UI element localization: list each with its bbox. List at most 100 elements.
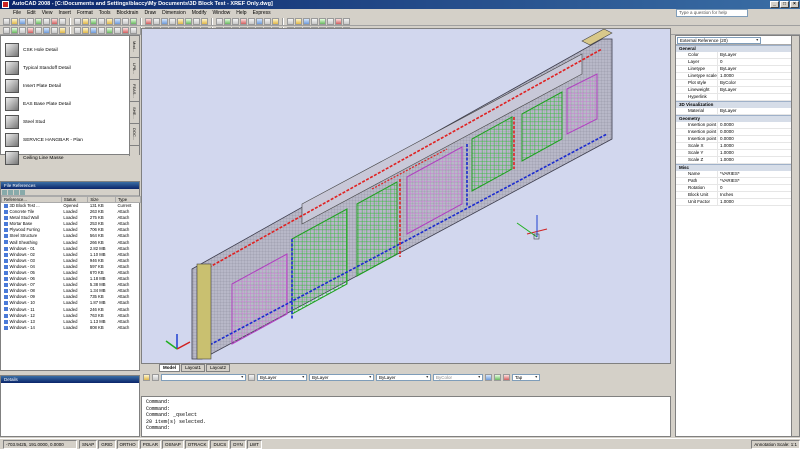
property-value[interactable]: Inches — [718, 192, 799, 198]
toolbar-button-icon[interactable] — [311, 18, 318, 25]
object-type-dropdown[interactable]: External Reference (20) — [677, 37, 761, 44]
layer-manager-icon[interactable] — [143, 374, 150, 381]
property-row[interactable]: Rotation 0 — [676, 185, 799, 192]
property-row[interactable]: Linetype scale 1.0000 — [676, 73, 799, 80]
refresh-icon[interactable] — [8, 190, 13, 195]
toolbar-button-icon[interactable] — [130, 18, 137, 25]
toolbar-button-icon[interactable] — [98, 27, 105, 34]
render-icon[interactable] — [485, 374, 492, 381]
toolbar-button-icon[interactable] — [98, 18, 105, 25]
toolbar-button-icon[interactable] — [90, 18, 97, 25]
layer-dropdown[interactable] — [161, 374, 246, 381]
tab-model[interactable]: Model — [159, 364, 180, 372]
toolbar-button-icon[interactable] — [106, 18, 113, 25]
property-row[interactable]: Scale X 1.0000 — [676, 143, 799, 150]
maximize-button[interactable]: □ — [780, 1, 789, 8]
toolbar-button-icon[interactable] — [11, 27, 18, 34]
property-section-header[interactable]: Misc — [676, 164, 799, 171]
toolbar-button-icon[interactable] — [43, 18, 50, 25]
tap-dropdown[interactable]: Tap — [512, 374, 540, 381]
property-row[interactable]: Lineweight ByLayer — [676, 87, 799, 94]
property-row[interactable]: Block Unit Inches — [676, 192, 799, 199]
tool-palette-tab[interactable]: FEAS... — [130, 80, 139, 102]
menu-edit[interactable]: Edit — [24, 9, 39, 17]
toolbar-button-icon[interactable] — [74, 18, 81, 25]
menu-draw[interactable]: Draw — [141, 9, 159, 17]
toolbar-button-icon[interactable] — [35, 27, 42, 34]
menu-dimension[interactable]: Dimension — [159, 9, 189, 17]
property-section-header[interactable]: General — [676, 45, 799, 52]
menu-help[interactable]: Help — [233, 9, 249, 17]
toolbar-button-icon[interactable] — [122, 18, 129, 25]
toggle-dyn[interactable]: DYN — [230, 439, 246, 449]
toggle-otrack[interactable]: OTRACK — [184, 439, 210, 449]
property-value[interactable]: *VARIES* — [718, 171, 799, 177]
toolbar-button-icon[interactable] — [114, 18, 121, 25]
toggle-ortho[interactable]: ORTHO — [116, 439, 139, 449]
toolbar-button-icon[interactable] — [335, 18, 342, 25]
toolbar-button-icon[interactable] — [272, 18, 279, 25]
toolbar-button-icon[interactable] — [59, 27, 66, 34]
toolbar-button-icon[interactable] — [153, 18, 160, 25]
toggle-osnap[interactable]: OSNAP — [161, 439, 184, 449]
property-row[interactable]: Scale Y 1.0000 — [676, 150, 799, 157]
close-button[interactable]: × — [790, 1, 799, 8]
property-row[interactable]: Material ByLayer — [676, 108, 799, 115]
property-value[interactable]: 1.0000 — [718, 157, 799, 163]
property-value[interactable]: 0.0000 — [718, 136, 799, 142]
property-section-header[interactable]: Geometry — [676, 115, 799, 122]
property-row[interactable]: Layer 0 — [676, 59, 799, 66]
tool-palette-tab[interactable]: LPB... — [130, 58, 139, 80]
property-value[interactable]: ByLayer — [718, 66, 799, 72]
toggle-polar[interactable]: POLAR — [139, 439, 161, 449]
menu-window[interactable]: Window — [209, 9, 233, 17]
property-value[interactable]: 1.0000 — [718, 143, 799, 149]
menu-view[interactable]: View — [39, 9, 56, 17]
property-value[interactable]: *VARIES* — [718, 178, 799, 184]
toolbar-button-icon[interactable] — [161, 18, 168, 25]
help-search-input[interactable]: Type a question for help — [676, 9, 748, 17]
toolbar-button-icon[interactable] — [90, 27, 97, 34]
property-row[interactable]: Unit Factor 1.0000 — [676, 199, 799, 206]
toolbar-button-icon[interactable] — [319, 18, 326, 25]
layer-state-icon[interactable] — [152, 374, 159, 381]
toolbar-button-icon[interactable] — [256, 18, 263, 25]
toolbar-button-icon[interactable] — [232, 18, 239, 25]
color-dropdown[interactable]: ByLayer — [257, 374, 307, 381]
toolbar-button-icon[interactable] — [343, 18, 350, 25]
toolbar-button-icon[interactable] — [130, 27, 137, 34]
toolbar-button-icon[interactable] — [248, 18, 255, 25]
make-current-icon[interactable] — [248, 374, 255, 381]
drawing-area[interactable] — [141, 28, 671, 364]
property-value[interactable]: ByLayer — [718, 87, 799, 93]
toolbar-button-icon[interactable] — [177, 18, 184, 25]
property-value[interactable]: 1.0000 — [718, 150, 799, 156]
toggle-grid[interactable]: GRID — [98, 439, 116, 449]
menu-format[interactable]: Format — [74, 9, 96, 17]
tool-palette-item[interactable]: Ceiling Line Masse — [5, 148, 123, 168]
table-row[interactable]: 3D Block Test ... Opened 131 KB Current — [2, 203, 141, 210]
toolbar-button-icon[interactable] — [74, 27, 81, 34]
property-row[interactable]: Insertion point X 0.0000 — [676, 122, 799, 129]
tool-palette-tab[interactable]: Mod... — [130, 36, 139, 58]
property-row[interactable]: Scale Z 1.0000 — [676, 157, 799, 164]
toggle-snap[interactable]: SNAP — [79, 439, 98, 449]
tab-layout1[interactable]: Layout1 — [181, 364, 206, 372]
property-row[interactable]: Path *VARIES* — [676, 178, 799, 185]
toolbar-button-icon[interactable] — [82, 27, 89, 34]
menu-file[interactable]: File — [10, 9, 24, 17]
toolbar-button-icon[interactable] — [11, 18, 18, 25]
property-value[interactable]: 1.0000 — [718, 73, 799, 79]
property-value[interactable]: 1.0000 — [718, 199, 799, 205]
menu-modify[interactable]: Modify — [189, 9, 210, 17]
property-value[interactable]: ByLayer — [718, 52, 799, 58]
command-window[interactable]: Command: Command: Command: _qselect 20 item… — [141, 396, 671, 437]
property-section-header[interactable]: 3D Visualization — [676, 101, 799, 108]
toolbar-button-icon[interactable] — [3, 27, 10, 34]
property-value[interactable]: ByColor — [718, 80, 799, 86]
toolbar-button-icon[interactable] — [3, 18, 10, 25]
tool-palette-item[interactable]: EAS Base Plate Detail — [5, 94, 123, 114]
toolbar-button-icon[interactable] — [59, 18, 66, 25]
toolbar-button-icon[interactable] — [201, 18, 208, 25]
property-value[interactable]: 0.0000 — [718, 129, 799, 135]
